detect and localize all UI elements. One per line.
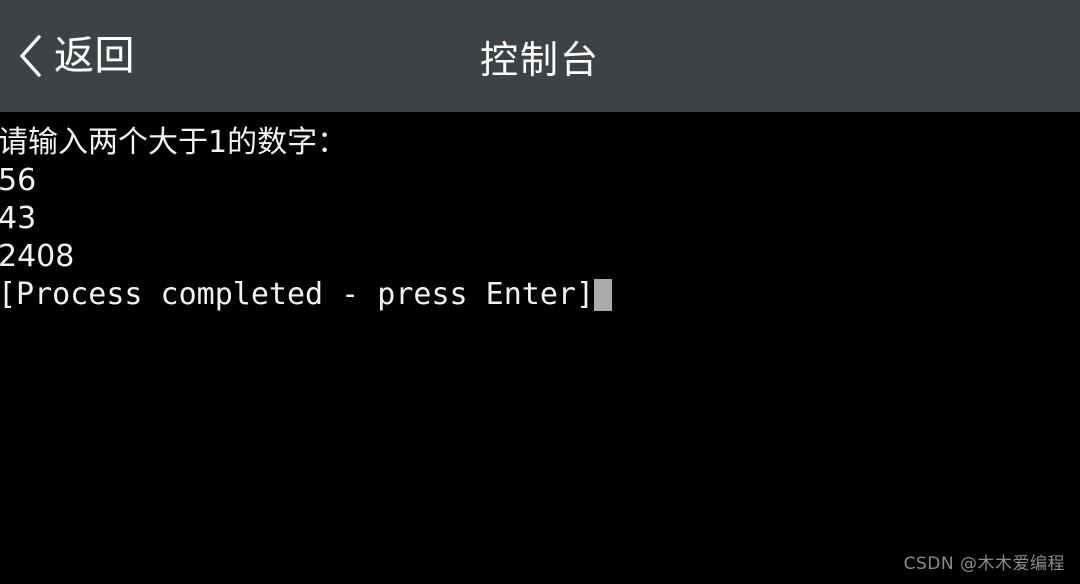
terminal-line: 2408 [0,239,75,274]
page-title: 控制台 [479,37,600,82]
navigation-bar: 返回 控制台 [0,0,1080,112]
text-cursor [594,279,613,311]
watermark: CSDN @木木爱编程 [903,554,1065,574]
terminal-line: 请输入两个大于1的数字： [0,125,348,160]
terminal-line: 43 [0,201,37,236]
console-screen: 返回 控制台 请输入两个大于1的数字： 56 43 2408 [Process … [0,0,1080,584]
terminal-line: 56 [0,163,37,198]
terminal-output[interactable]: 请输入两个大于1的数字： 56 43 2408 [Process complet… [0,112,1080,584]
back-button-label: 返回 [54,33,135,79]
terminal-line-process-completed: [Process completed - press Enter] [0,276,1080,314]
back-button[interactable]: 返回 [18,26,135,86]
chevron-left-icon [18,35,44,77]
process-completed-message: [Process completed - press Enter] [0,277,595,312]
